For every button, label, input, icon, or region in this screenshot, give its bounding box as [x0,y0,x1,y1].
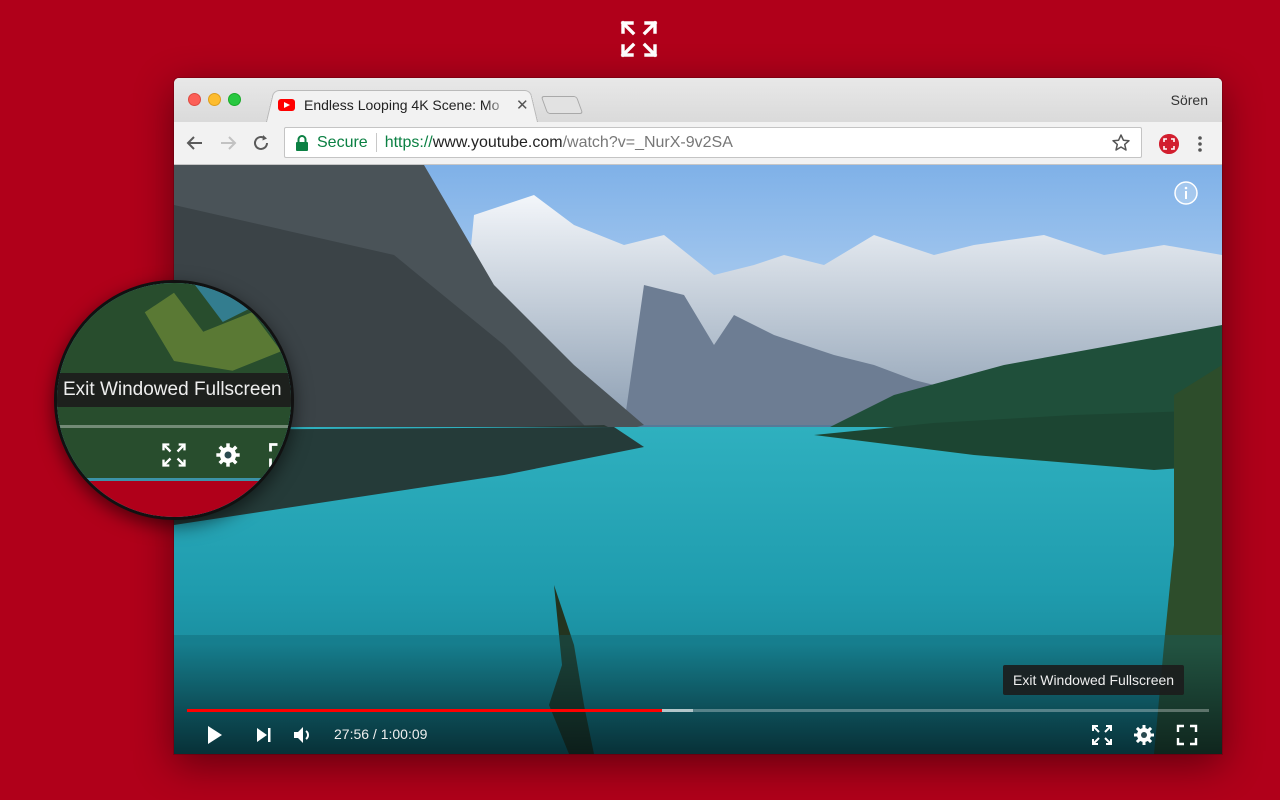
reload-icon[interactable] [250,132,272,154]
time-display: 27:56 / 1:00:09 [334,726,428,742]
title-bar: Endless Looping 4K Scene: Mo ✕ Sören [174,78,1222,122]
extension-icon[interactable] [1159,134,1179,154]
magnified-fullscreen-icon [269,443,278,467]
magnified-tooltip: Exit Windowed Fullscreen [57,373,291,407]
omnibox-divider [375,133,377,152]
controls-gradient [174,644,1222,754]
tab-title: Endless Looping 4K Scene: Mo [304,97,500,113]
new-tab-button[interactable] [540,96,584,114]
url-host: www.youtube.com [432,133,563,151]
magnified-progress-bar [57,425,291,428]
next-icon[interactable] [252,723,276,747]
close-window-button[interactable] [188,93,201,106]
url-scheme: https:// [384,133,433,151]
magnified-settings-icon [216,443,240,467]
profile-name[interactable]: Sören [1171,92,1208,108]
address-bar[interactable]: Secure https://www.youtube.com/watch?v=_… [284,127,1142,158]
forward-icon[interactable] [217,132,239,154]
fullscreen-icon[interactable] [1175,723,1199,747]
exit-windowed-fullscreen-tooltip: Exit Windowed Fullscreen [1003,665,1185,695]
maximize-window-button[interactable] [228,93,241,106]
bookmark-star-icon[interactable] [1111,133,1131,153]
tab-close-icon[interactable]: ✕ [516,98,529,113]
progress-bar[interactable] [187,709,1209,712]
minimize-window-button[interactable] [208,93,221,106]
browser-tab-content[interactable]: Endless Looping 4K Scene: Mo ✕ [278,94,540,116]
windowed-fullscreen-logo-icon [620,20,658,58]
progress-played [187,709,663,712]
windowed-fullscreen-icon[interactable] [1090,723,1114,747]
youtube-icon [278,99,295,111]
play-icon[interactable] [202,723,226,747]
video-player[interactable]: Exit Windowed Fullscreen 27:56 / 1:00:09 [174,165,1222,754]
url-path: /watch?v=_NurX-9v2SA [562,133,733,151]
magnified-background [57,481,291,517]
info-icon[interactable] [1174,181,1198,205]
settings-icon[interactable] [1132,723,1156,747]
magnified-windowed-fullscreen-icon [162,443,186,467]
secure-label: Secure [317,133,368,151]
browser-toolbar: Secure https://www.youtube.com/watch?v=_… [174,122,1222,165]
volume-icon[interactable] [291,723,315,747]
browser-window: Endless Looping 4K Scene: Mo ✕ Sören Sec… [174,78,1222,754]
back-icon[interactable] [184,132,206,154]
browser-menu-icon[interactable] [1195,133,1205,155]
lock-icon [296,134,308,151]
magnifier-callout: Exit Windowed Fullscreen [54,280,294,520]
